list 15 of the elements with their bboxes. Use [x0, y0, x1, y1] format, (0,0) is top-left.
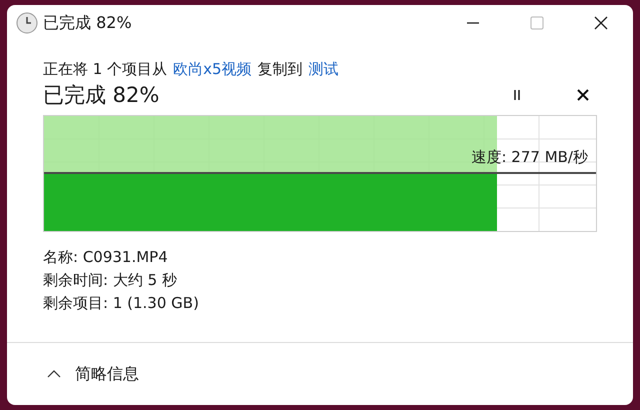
detail-text: 剩余时间: 大约 5 秒: [43, 270, 178, 291]
progress-heading: 已完成 82%: [43, 82, 160, 109]
details-toggle[interactable]: 简略信息: [47, 362, 139, 386]
speed-text: 速度: 277 MB/秒: [471, 147, 588, 167]
detail-text: 剩余项目: 1 (1.30 GB): [43, 293, 200, 314]
close-icon: [577, 89, 589, 101]
window-title: 已完成 82%: [43, 12, 132, 34]
pause-icon: [512, 89, 522, 101]
detail-text: 名称: C0931.MP4: [43, 247, 169, 268]
copy-status-text: 正在将 1 个项目从 欧尚x5视频 复制到 测试: [43, 59, 340, 79]
close-icon: [594, 16, 608, 30]
folder-link[interactable]: 欧尚x5视频: [173, 59, 252, 79]
folder-link[interactable]: 测试: [308, 59, 339, 79]
clock-icon: [16, 12, 38, 34]
maximize-icon: [530, 16, 544, 30]
